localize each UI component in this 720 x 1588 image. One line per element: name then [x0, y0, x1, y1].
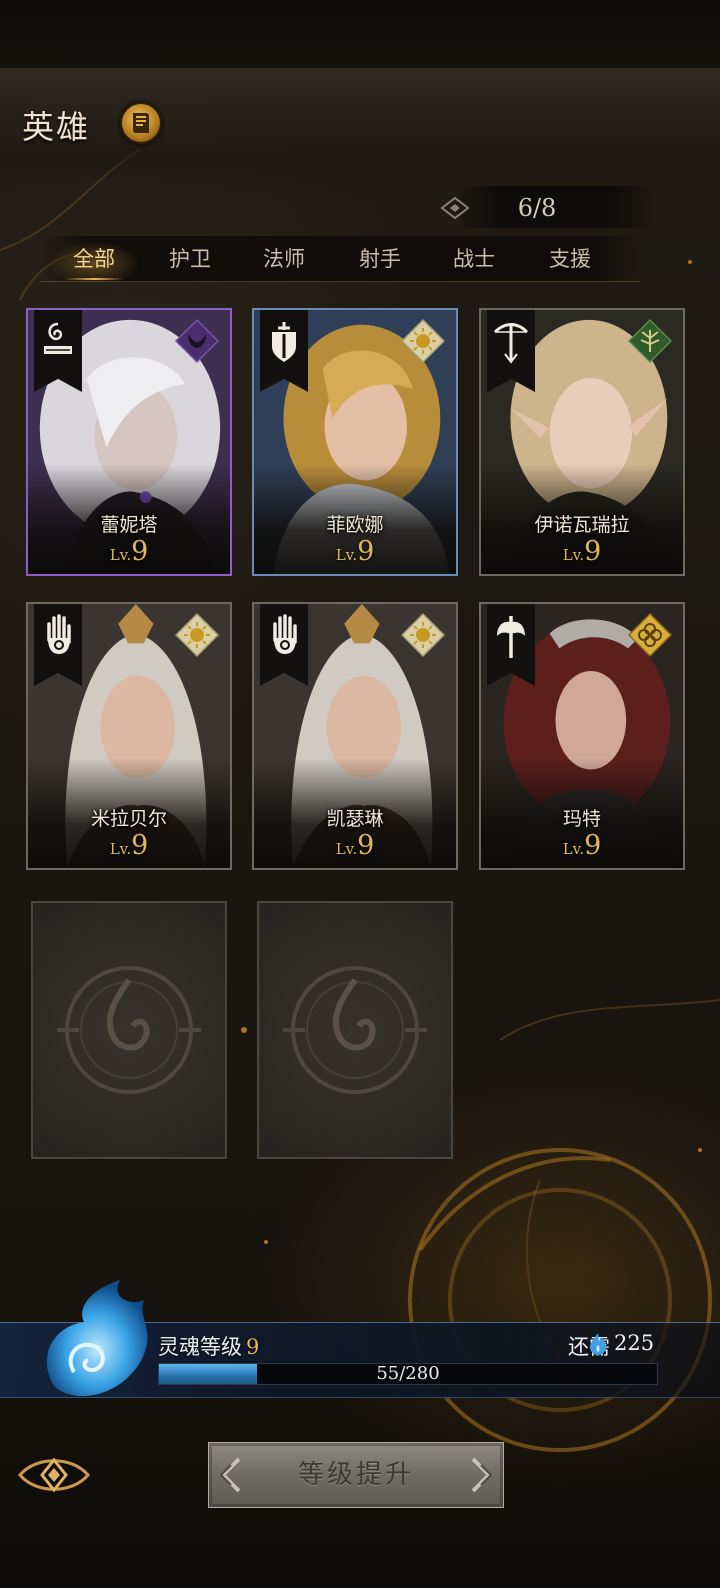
- tab-all[interactable]: 全部: [46, 236, 142, 282]
- healing-hand-icon: [47, 614, 71, 654]
- level-up-button[interactable]: 等级提升: [208, 1442, 504, 1508]
- tab-mage[interactable]: 法师: [236, 236, 332, 282]
- hero-level: Lv.9: [109, 830, 149, 861]
- eye-sigil-icon[interactable]: [14, 1440, 94, 1510]
- class-filter-tabs: 全部 护卫 法师 射手 战士 支援: [40, 236, 640, 282]
- shadow-horns-icon: [174, 318, 220, 364]
- sun-icon: [174, 612, 220, 658]
- hero-name: 凯瑟琳: [326, 808, 384, 830]
- hero-level: Lv.9: [335, 536, 375, 567]
- header-bar: [0, 68, 720, 180]
- bow-arrow-icon: [493, 323, 529, 364]
- nature-tree-icon: [627, 318, 673, 364]
- hero-name: 伊诺瓦瑞拉: [534, 514, 630, 536]
- empty-hero-slot[interactable]: [31, 901, 227, 1159]
- sun-icon: [400, 318, 446, 364]
- blue-soul-flame-icon: [46, 1280, 148, 1396]
- spellbook-icon: [44, 322, 72, 354]
- tab-archer[interactable]: 射手: [332, 236, 428, 282]
- codex-book-button[interactable]: [120, 102, 162, 144]
- level-up-label: 等级提升: [297, 1460, 414, 1490]
- sun-icon: [400, 612, 446, 658]
- locked-flame-emblem-icon: [283, 966, 427, 1094]
- hero-card[interactable]: 蕾妮塔 Lv.9: [26, 308, 232, 576]
- soul-progress-bar: 55/280: [158, 1363, 658, 1385]
- battle-axe-icon: [497, 616, 525, 658]
- hero-card[interactable]: 伊诺瓦瑞拉 Lv.9: [479, 308, 685, 576]
- hero-name: 菲欧娜: [326, 514, 384, 536]
- page-title: 英雄: [22, 108, 91, 146]
- hero-name: 米拉贝尔: [90, 808, 167, 830]
- hero-card[interactable]: 米拉贝尔 Lv.9: [26, 602, 232, 870]
- tab-support[interactable]: 支援: [522, 236, 618, 282]
- hero-card[interactable]: 玛特 Lv.9: [479, 602, 685, 870]
- hero-level: Lv.9: [335, 830, 375, 861]
- hero-card[interactable]: 凯瑟琳 Lv.9: [252, 602, 458, 870]
- sword-shield-icon: [272, 322, 296, 362]
- blue-soul-flame-icon: [590, 1333, 606, 1355]
- locked-flame-emblem-icon: [57, 966, 201, 1094]
- hero-name: 玛特: [562, 808, 601, 830]
- hero-card[interactable]: 菲欧娜 Lv.9: [252, 308, 458, 576]
- tab-guardian[interactable]: 护卫: [142, 236, 238, 282]
- soul-level-label: 灵魂等级 9: [158, 1335, 260, 1359]
- gold-sigil-icon: [627, 612, 673, 658]
- empty-hero-slot[interactable]: [257, 901, 453, 1159]
- required-soul-amount: 225: [614, 1331, 655, 1355]
- hero-count: 6/8: [517, 194, 557, 222]
- hero-level: Lv.9: [562, 830, 602, 861]
- codex-book-icon: [133, 113, 149, 133]
- hero-level: Lv.9: [562, 536, 602, 567]
- soul-progress-text: 55/280: [376, 1363, 440, 1384]
- hero-name: 蕾妮塔: [100, 514, 158, 536]
- tab-warrior[interactable]: 战士: [426, 236, 522, 282]
- healing-hand-icon: [273, 614, 297, 654]
- hero-level: Lv.9: [109, 536, 149, 567]
